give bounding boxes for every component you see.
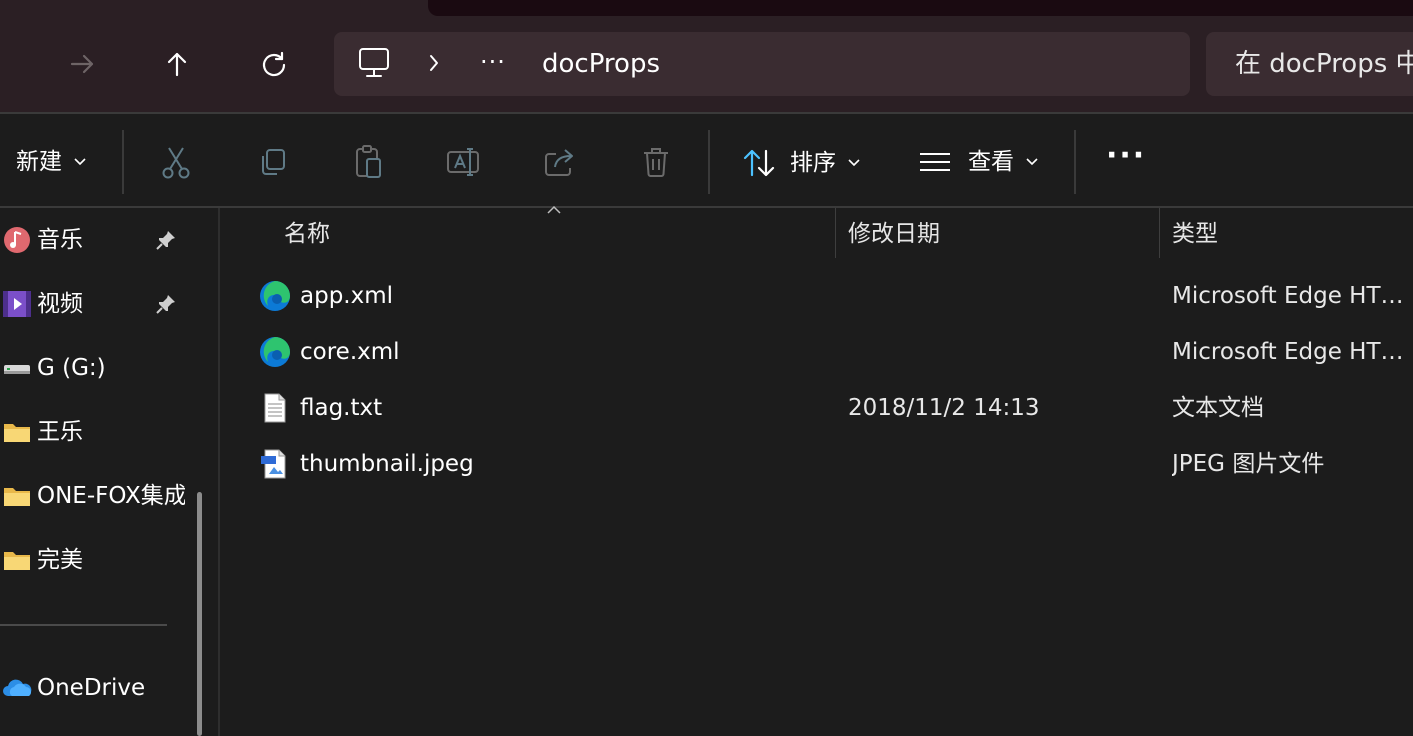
column-resize-handle[interactable]	[1159, 208, 1160, 258]
sidebar-scrollbar[interactable]	[197, 492, 202, 736]
file-modified: 2018/11/2 14:13	[848, 395, 1040, 421]
sidebar-item-videos[interactable]: 视频	[0, 284, 210, 324]
sidebar-item-label: ONE-FOX集成	[37, 483, 185, 509]
sort-button[interactable]: 排序	[742, 148, 860, 178]
file-type: 文本文档	[1172, 395, 1264, 421]
cut-button[interactable]	[156, 140, 196, 184]
sidebar-item-label: 王乐	[37, 419, 83, 445]
pin-icon[interactable]	[154, 228, 178, 252]
breadcrumb-current[interactable]: docProps	[542, 48, 660, 80]
onedrive-icon	[3, 679, 32, 696]
folder-icon	[4, 552, 30, 570]
sidebar-item-music[interactable]: 音乐	[0, 220, 210, 260]
sort-button-label: 排序	[790, 150, 836, 176]
edge-icon	[260, 337, 290, 367]
file-row[interactable]: core.xml Microsoft Edge HTML Document	[222, 324, 1413, 380]
up-button[interactable]	[153, 40, 201, 88]
search-box[interactable]: 在 docProps 中搜索	[1206, 32, 1413, 96]
video-icon	[3, 291, 31, 317]
address-bar[interactable]: ··· docProps	[334, 32, 1190, 96]
more-options-button[interactable]: ···	[1106, 141, 1146, 171]
sidebar-item-label: 完美	[37, 547, 83, 573]
sidebar-divider	[0, 624, 167, 626]
folder-icon	[4, 488, 30, 506]
chevron-down-icon	[848, 159, 860, 167]
this-pc-icon[interactable]	[358, 46, 390, 80]
list-view-icon	[920, 153, 950, 171]
chevron-down-icon	[1026, 158, 1038, 166]
file-row[interactable]: app.xml Microsoft Edge HTML Document	[222, 268, 1413, 324]
sidebar-item-label: OneDrive	[37, 675, 146, 701]
drive-icon	[4, 365, 30, 374]
view-button-label: 查看	[968, 149, 1014, 175]
sidebar-item-folder[interactable]: ONE-FOX集成	[0, 476, 210, 516]
jpeg-file-icon	[261, 449, 286, 479]
file-row[interactable]: thumbnail.jpeg JPEG 图片文件	[222, 436, 1413, 492]
file-name[interactable]: core.xml	[300, 336, 400, 368]
paste-icon	[356, 145, 381, 178]
breadcrumb-overflow[interactable]: ···	[480, 50, 506, 74]
chevron-right-icon[interactable]	[426, 51, 442, 75]
sidebar-item-folder[interactable]: 王乐	[0, 412, 210, 452]
sidebar-item-onedrive[interactable]: OneDrive	[0, 668, 210, 708]
share-button[interactable]	[540, 140, 580, 184]
file-type: JPEG 图片文件	[1172, 451, 1325, 477]
rename-icon	[447, 148, 479, 176]
pane-divider	[218, 208, 220, 736]
refresh-icon	[262, 51, 286, 77]
arrow-up-icon	[167, 52, 187, 77]
file-name[interactable]: app.xml	[300, 280, 393, 312]
toolbar-divider	[1074, 130, 1076, 194]
toolbar-divider	[122, 130, 124, 194]
sidebar-item-folder[interactable]: 完美	[0, 540, 210, 580]
sort-icon	[743, 149, 775, 177]
pin-icon[interactable]	[154, 292, 178, 316]
file-row[interactable]: flag.txt 2018/11/2 14:13 文本文档	[222, 380, 1413, 436]
copy-icon	[262, 149, 285, 175]
column-resize-handle[interactable]	[835, 208, 836, 258]
chevron-down-icon	[74, 158, 86, 166]
arrow-right-icon	[70, 54, 94, 74]
column-header-name[interactable]: 名称	[284, 218, 330, 250]
new-button-label: 新建	[16, 149, 62, 175]
file-name[interactable]: thumbnail.jpeg	[300, 448, 474, 480]
text-file-icon	[264, 393, 286, 423]
folder-icon	[4, 424, 30, 442]
paste-button[interactable]	[348, 140, 388, 184]
trash-icon	[644, 148, 668, 177]
file-type: Microsoft Edge HTML Document	[1172, 339, 1413, 365]
column-header-modified[interactable]: 修改日期	[848, 218, 940, 250]
file-name[interactable]: flag.txt	[300, 392, 382, 424]
delete-button[interactable]	[636, 140, 676, 184]
view-button[interactable]: 查看	[918, 148, 1038, 176]
column-header-type[interactable]: 类型	[1172, 218, 1218, 250]
sidebar-item-drive-g[interactable]: G (G:)	[0, 348, 210, 388]
file-type: Microsoft Edge HTML Document	[1172, 283, 1413, 309]
edge-icon	[260, 281, 290, 311]
music-icon	[4, 227, 30, 253]
command-bar	[0, 114, 1413, 206]
scissors-icon	[162, 147, 190, 179]
copy-button[interactable]	[252, 140, 292, 184]
sort-ascending-icon	[547, 205, 561, 214]
forward-button[interactable]	[58, 40, 106, 88]
sidebar-item-label: G (G:)	[37, 355, 106, 381]
share-icon	[545, 149, 573, 176]
search-input[interactable]: 在 docProps 中搜索	[1235, 48, 1413, 80]
tab-strip	[428, 0, 1413, 16]
rename-button[interactable]	[444, 140, 484, 184]
refresh-button[interactable]	[250, 40, 298, 88]
new-button[interactable]: 新建	[16, 148, 86, 176]
toolbar-divider	[708, 130, 710, 194]
